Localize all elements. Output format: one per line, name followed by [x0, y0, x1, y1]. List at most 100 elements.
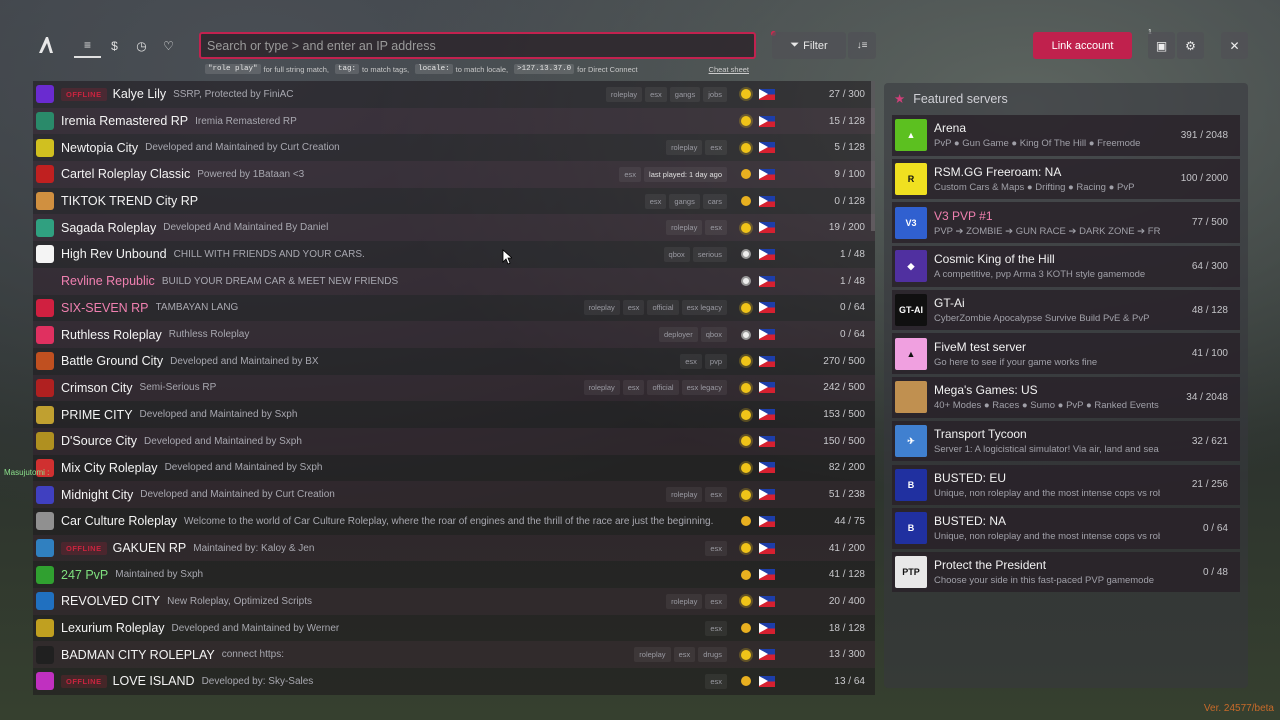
server-tag[interactable]: esx [705, 220, 727, 236]
server-tag[interactable]: esx [673, 647, 696, 663]
filter-button[interactable]: ⏷ Filter [772, 32, 846, 59]
history-icon[interactable]: ◷ [128, 34, 155, 58]
search-input[interactable] [199, 32, 756, 59]
server-tag[interactable]: serious [692, 246, 727, 262]
featured-server-card[interactable]: B BUSTED: NA Unique, non roleplay and the … [892, 508, 1240, 549]
server-row[interactable]: Iremia Remastered RP Iremia Remastered RP… [33, 107, 875, 135]
gear-icon[interactable]: ⚙ [1177, 32, 1204, 59]
server-tag[interactable]: esx [705, 140, 727, 156]
server-tag[interactable]: esx [644, 193, 667, 209]
server-row[interactable]: SIX-SEVEN RP TAMBAYAN LANG roleplay esx offi… [33, 294, 875, 322]
heart-icon[interactable]: ♡ [155, 34, 182, 58]
server-tag[interactable]: esx [705, 540, 727, 556]
server-tag[interactable]: roleplay [666, 487, 703, 503]
server-tag[interactable]: qbox [700, 327, 727, 343]
server-row[interactable]: BADMAN CITY ROLEPLAY connect https: rolepl… [33, 641, 875, 669]
featured-server-card[interactable]: ◆ Cosmic King of the Hill A competitive, p… [892, 246, 1240, 287]
server-tag[interactable]: esx [705, 593, 727, 609]
server-row[interactable]: OFFLINE GAKUEN RP Maintained by: Kaloy & J… [33, 534, 875, 562]
sort-icon[interactable]: ↓≡ [848, 32, 876, 59]
server-row[interactable]: 247 PvP Maintained by Sxph 41 / 128 [33, 561, 875, 589]
server-tag[interactable]: roleplay [583, 380, 620, 396]
featured-server-description: 40+ Modes ● Races ● Sumo ● PvP ● Ranked … [934, 400, 1159, 412]
server-icon [36, 192, 54, 211]
link-account-button[interactable]: Link account [1033, 32, 1132, 59]
server-tag[interactable]: gangs [669, 193, 700, 209]
server-row[interactable]: Sagada Roleplay Developed And Maintained … [33, 214, 875, 242]
server-tag[interactable]: official [647, 380, 679, 396]
scrollbar[interactable] [871, 81, 875, 231]
server-tag[interactable]: esx [705, 487, 727, 503]
server-tag[interactable]: esx legacy [681, 380, 727, 396]
notifications-icon[interactable]: ▣ [1148, 32, 1175, 59]
server-tag[interactable]: roleplay [583, 300, 620, 316]
featured-server-card[interactable]: PTP Protect the President Choose your side… [892, 551, 1240, 593]
server-tag[interactable]: esx [680, 353, 702, 369]
server-tag[interactable]: official [647, 300, 679, 316]
server-tag[interactable]: cars [702, 193, 727, 209]
server-row[interactable]: Newtopia City Developed and Maintained by… [33, 134, 875, 162]
featured-server-description: PVP ➔ ZOMBIE ➔ GUN RACE ➔ DARK ZONE ➔ FR… [934, 225, 1160, 237]
featured-player-count: 0 / 64 [1202, 522, 1228, 534]
server-row[interactable]: Car Culture Roleplay Welcome to the world… [33, 508, 875, 535]
featured-server-card[interactable]: ▲ FiveM test server Go here to see if your… [892, 333, 1240, 374]
server-tag[interactable]: esx [619, 166, 642, 182]
server-name: GAKUEN RP [112, 541, 187, 556]
server-row[interactable]: D'Source City Developed and Maintained by… [33, 427, 875, 455]
server-row[interactable]: OFFLINE LOVE ISLAND Developed by: Sky-Sale… [33, 668, 875, 695]
featured-server-card[interactable]: B BUSTED: EU Unique, non roleplay and the … [892, 464, 1240, 505]
server-tag[interactable]: roleplay [605, 86, 643, 102]
server-row[interactable]: High Rev Unbound CHILL WITH FRIENDS AND Y… [33, 241, 875, 268]
server-description: Powered by 1Bataan <3 [197, 168, 305, 180]
server-name: BADMAN CITY ROLEPLAY [61, 647, 215, 662]
server-tag[interactable]: roleplay [634, 647, 671, 663]
server-tag[interactable]: esx [645, 86, 667, 102]
featured-server-icon: ◆ [895, 250, 927, 283]
server-tag[interactable]: deployer [658, 327, 698, 343]
server-description: Welcome to the world of Car Culture Role… [184, 515, 714, 527]
server-tag[interactable]: roleplay [666, 593, 703, 609]
close-icon[interactable]: ✕ [1221, 32, 1248, 59]
featured-server-card[interactable]: ▲ Arena PvP ● Gun Game ● King Of The Hill … [892, 115, 1240, 156]
server-tag[interactable]: drugs [698, 647, 727, 663]
server-row[interactable]: Mix City Roleplay Developed and Maintaine… [33, 454, 875, 482]
featured-server-card[interactable]: Mega's Games: US 40+ Modes ● Races ● Sumo… [892, 377, 1240, 418]
server-row[interactable]: REVOLVED CITY New Roleplay, Optimized Scr… [33, 588, 875, 615]
fivem-logo-icon[interactable] [36, 35, 56, 55]
dollar-icon[interactable]: $ [101, 34, 128, 58]
hint-code: tag: [334, 64, 359, 74]
server-tag[interactable]: gangs [669, 86, 701, 102]
server-tag[interactable]: esx [622, 380, 645, 396]
featured-server-description: Unique, non roleplay and the most intens… [934, 531, 1160, 543]
server-row[interactable]: PRIME CITY Developed and Maintained by Sx… [33, 401, 875, 428]
server-tag[interactable]: esx legacy [681, 300, 727, 316]
server-row[interactable]: Lexurium Roleplay Developed and Maintaine… [33, 614, 875, 642]
list-icon[interactable]: ≡ [74, 34, 101, 58]
featured-server-icon: ✈ [895, 425, 927, 458]
server-row[interactable]: TIKTOK TREND City RP esx gangs cars 0 / 128 [33, 187, 875, 215]
philippines-flag-icon [759, 675, 775, 687]
server-row[interactable]: OFFLINE Kalye Lily SSRP, Protected by Fini… [33, 81, 875, 108]
cheat-sheet-link[interactable]: Cheat sheet [709, 65, 749, 74]
server-row[interactable]: Battle Ground City Developed and Maintain… [33, 347, 875, 375]
philippines-flag-icon [759, 515, 775, 527]
server-tag[interactable]: qbox [663, 246, 690, 262]
server-tag[interactable]: roleplay [666, 140, 703, 156]
server-tag[interactable]: pvp [704, 353, 727, 369]
server-row[interactable]: Midnight City Developed and Maintained by… [33, 481, 875, 508]
server-tags: roleplay esx [666, 220, 727, 236]
server-tag[interactable]: jobs [703, 86, 727, 102]
server-row[interactable]: Crimson City Semi-Serious RP roleplay esx of… [33, 374, 875, 402]
server-row[interactable]: Revline Republic BUILD YOUR DREAM CAR & M… [33, 267, 875, 295]
server-tag[interactable]: esx [705, 673, 727, 689]
featured-server-card[interactable]: R RSM.GG Freeroam: NA Custom Cars & Maps ●… [892, 158, 1240, 200]
server-row[interactable]: Cartel Roleplay Classic Powered by 1Bataa… [33, 161, 875, 188]
sun-icon [741, 142, 751, 153]
server-tag[interactable]: esx [622, 300, 645, 316]
featured-server-card[interactable]: GT-AI GT-Ai CyberZombie Apocalypse Survive… [892, 289, 1240, 331]
server-tag[interactable]: roleplay [666, 220, 703, 236]
featured-server-card[interactable]: V3 V3 PVP #1 PVP ➔ ZOMBIE ➔ GUN RACE ➔ DAR… [892, 202, 1240, 243]
featured-server-card[interactable]: ✈ Transport Tycoon Server 1: A logicistica… [892, 420, 1240, 462]
server-tag[interactable]: esx [705, 620, 727, 636]
server-row[interactable]: Ruthless Roleplay Ruthless Roleplay deploy… [33, 321, 875, 348]
